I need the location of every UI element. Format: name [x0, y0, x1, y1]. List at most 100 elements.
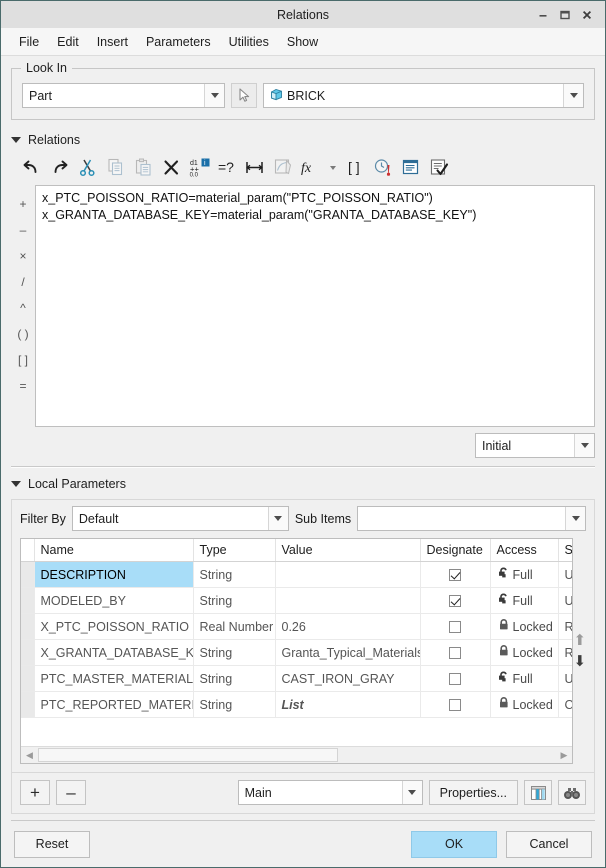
sketch-icon[interactable] — [269, 154, 297, 181]
cell-designate[interactable] — [420, 691, 491, 718]
hscroll-thumb[interactable] — [38, 748, 339, 762]
designate-checkbox[interactable] — [449, 595, 461, 608]
undo-icon[interactable] — [17, 154, 45, 181]
sub-items-combo-arrow[interactable] — [565, 507, 585, 530]
cell-name[interactable]: PTC_REPORTED_MATERIAL — [34, 691, 194, 718]
cell-name[interactable]: X_PTC_POISSON_RATIO — [34, 613, 194, 640]
cell-name[interactable]: DESCRIPTION — [34, 561, 194, 588]
column-header-name[interactable]: Name — [34, 539, 194, 562]
cell-type[interactable]: String — [193, 665, 276, 692]
designate-checkbox[interactable] — [449, 621, 461, 634]
column-header-value[interactable]: Value — [275, 539, 421, 562]
select-tool-button[interactable] — [231, 83, 257, 108]
maximize-icon[interactable] — [554, 5, 576, 25]
scope-main-combo-arrow[interactable] — [401, 781, 422, 804]
column-header-access[interactable]: Access — [490, 539, 559, 562]
cell-access[interactable]: Locked — [490, 691, 559, 718]
designate-checkbox[interactable] — [449, 699, 461, 712]
cell-value[interactable] — [275, 561, 421, 588]
cell-value[interactable]: CAST_IRON_GRAY — [275, 665, 421, 692]
menu-file[interactable]: File — [10, 31, 48, 53]
cell-name[interactable]: PTC_MASTER_MATERIAL — [34, 665, 194, 692]
table-row[interactable]: X_GRANTA_DATABASE_KEY String Granta_Typi… — [21, 639, 573, 666]
operator-brackets[interactable]: [ ] — [12, 347, 34, 373]
cell-access[interactable]: Full — [490, 587, 559, 614]
move-up-icon[interactable]: ⬆ — [573, 633, 586, 648]
operator-multiply[interactable]: × — [12, 243, 34, 269]
table-horizontal-scrollbar[interactable]: ◀ ▶ — [21, 746, 573, 763]
close-icon[interactable] — [576, 5, 598, 25]
sub-items-combo[interactable] — [357, 506, 586, 531]
scroll-left-icon[interactable]: ◀ — [21, 747, 38, 763]
cell-access[interactable]: Locked — [490, 613, 559, 640]
cancel-button[interactable]: Cancel — [506, 830, 592, 858]
cell-type[interactable]: Real Number — [193, 613, 276, 640]
designate-checkbox[interactable] — [449, 673, 461, 686]
filter-by-combo-arrow[interactable] — [267, 507, 288, 530]
cell-source[interactable]: Cr — [558, 691, 573, 718]
initial-combo[interactable]: Initial — [475, 433, 595, 458]
model-combo[interactable]: BRICK — [263, 83, 584, 108]
remove-parameter-button[interactable]: – — [56, 780, 86, 805]
cell-value[interactable]: Granta_Typical_Materials — [275, 639, 421, 666]
operator-plus[interactable]: + — [12, 191, 34, 217]
cell-designate[interactable] — [420, 613, 491, 640]
scroll-right-icon[interactable]: ▶ — [555, 747, 572, 763]
cell-source[interactable]: Us — [558, 561, 573, 588]
dimension-icon[interactable] — [241, 154, 269, 181]
find-binoculars-icon[interactable] — [558, 780, 586, 805]
designate-checkbox[interactable] — [449, 569, 461, 582]
scope-combo[interactable]: Part — [22, 83, 225, 108]
add-parameter-button[interactable]: + — [20, 780, 50, 805]
initial-combo-arrow[interactable] — [574, 434, 594, 457]
cell-value[interactable]: List — [275, 691, 421, 718]
cell-designate[interactable] — [420, 587, 491, 614]
operator-power[interactable]: ^ — [12, 295, 34, 321]
ok-button[interactable]: OK — [411, 830, 497, 858]
table-row[interactable]: DESCRIPTION String Full U — [21, 561, 573, 588]
row-gutter[interactable] — [21, 561, 35, 588]
cell-source[interactable]: Re — [558, 639, 573, 666]
cell-access[interactable]: Full — [490, 561, 559, 588]
delete-icon[interactable] — [157, 154, 185, 181]
table-row[interactable]: MODELED_BY String Full U — [21, 587, 573, 614]
column-header-source[interactable]: S — [558, 539, 573, 562]
properties-button[interactable]: Properties... — [428, 780, 518, 805]
copy-icon[interactable] — [101, 154, 129, 181]
cut-icon[interactable] — [73, 154, 101, 181]
cell-type[interactable]: String — [193, 587, 276, 614]
relations-text-editor[interactable]: x_PTC_POISSON_RATIO=material_param("PTC_… — [35, 185, 595, 427]
cell-value[interactable] — [275, 587, 421, 614]
units-icon[interactable]: d1 + + 0.0 i — [185, 154, 213, 181]
table-row[interactable]: PTC_MASTER_MATERIAL String CAST_IRON_GRA… — [21, 665, 573, 692]
cell-name[interactable]: X_GRANTA_DATABASE_KEY — [34, 639, 194, 666]
menu-show[interactable]: Show — [278, 31, 327, 53]
operator-minus[interactable]: – — [12, 217, 34, 243]
local-parameters-section-header[interactable]: Local Parameters — [11, 477, 595, 491]
paste-icon[interactable] — [129, 154, 157, 181]
table-row[interactable]: PTC_REPORTED_MATERIAL String List Locked — [21, 691, 573, 718]
row-gutter[interactable] — [21, 587, 35, 614]
cell-name[interactable]: MODELED_BY — [34, 587, 194, 614]
operator-divide[interactable]: / — [12, 269, 34, 295]
operator-equals[interactable]: = — [12, 373, 34, 399]
columns-button[interactable] — [524, 780, 552, 805]
cell-source[interactable]: Re — [558, 613, 573, 640]
history-icon[interactable] — [369, 154, 397, 181]
table-row[interactable]: X_PTC_POISSON_RATIO Real Number 0.26 Loc… — [21, 613, 573, 640]
operator-parens[interactable]: ( ) — [12, 321, 34, 347]
redo-icon[interactable] — [45, 154, 73, 181]
scope-main-combo[interactable]: Main — [237, 780, 423, 805]
list-icon[interactable] — [397, 154, 425, 181]
cell-designate[interactable] — [420, 665, 491, 692]
cell-designate[interactable] — [420, 561, 491, 588]
menu-edit[interactable]: Edit — [48, 31, 88, 53]
cell-value[interactable]: 0.26 — [275, 613, 421, 640]
row-gutter[interactable] — [21, 691, 35, 718]
scope-combo-arrow[interactable] — [204, 84, 224, 107]
menu-parameters[interactable]: Parameters — [137, 31, 220, 53]
brackets-icon[interactable]: [ ] — [341, 154, 369, 181]
function-dropdown-arrow[interactable] — [325, 154, 341, 181]
check-list-icon[interactable] — [425, 154, 453, 181]
cell-designate[interactable] — [420, 639, 491, 666]
